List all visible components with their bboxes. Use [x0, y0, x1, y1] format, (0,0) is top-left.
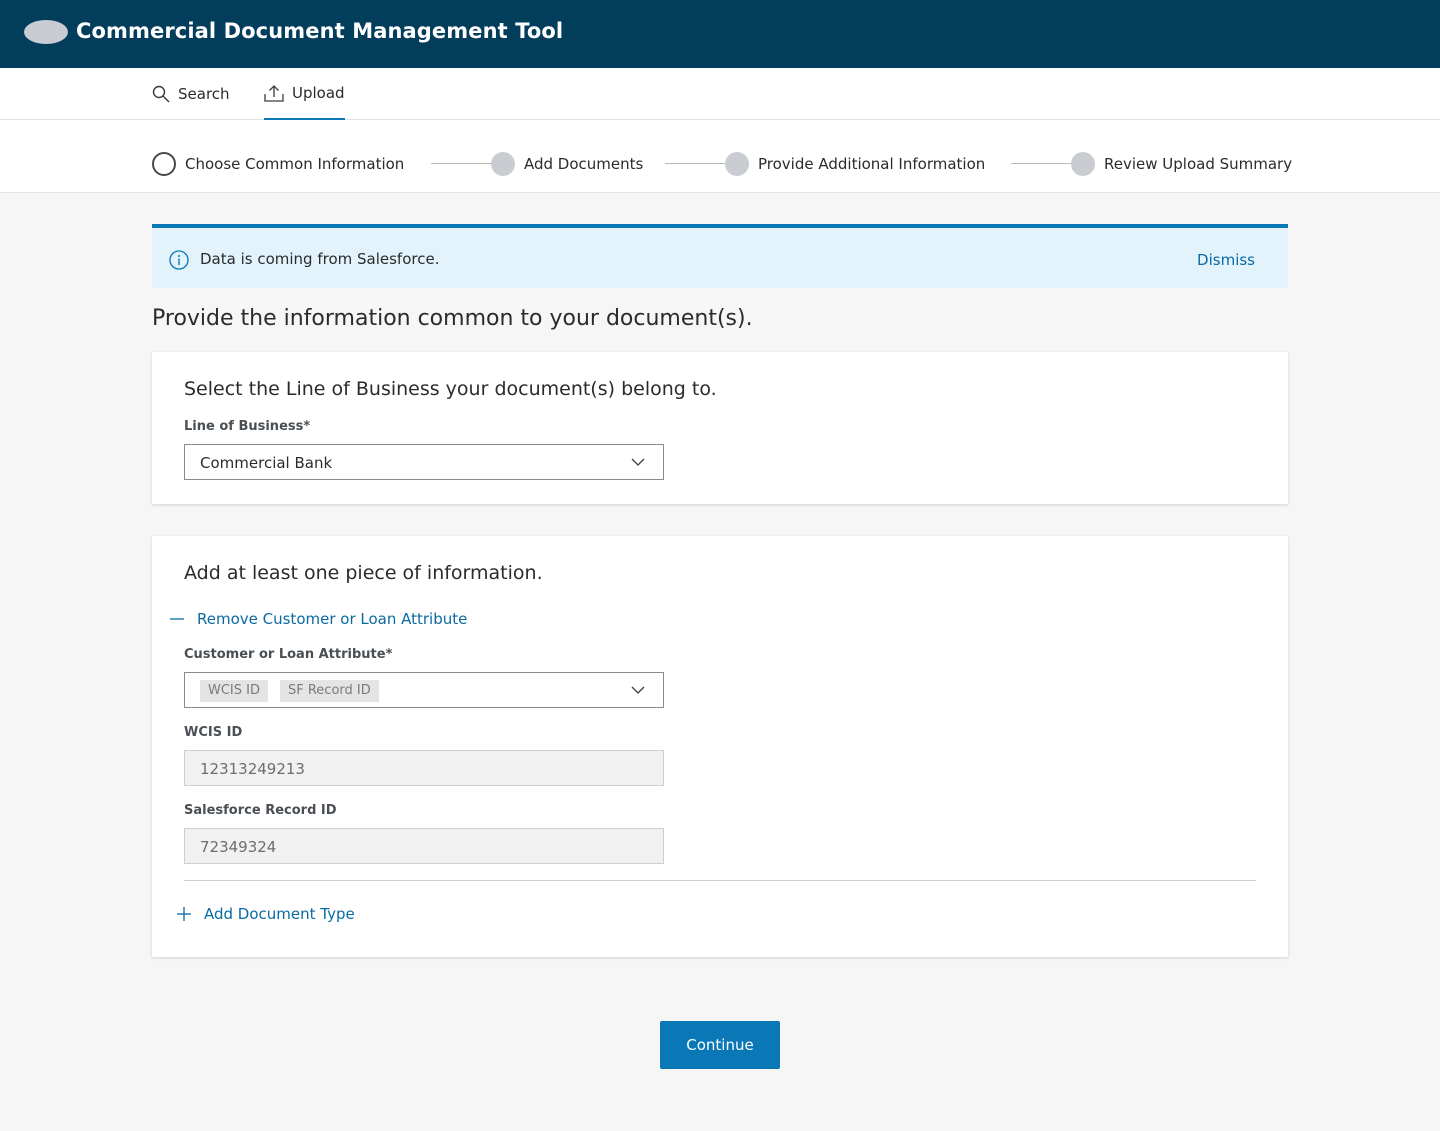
- chevron-down-icon: [631, 458, 645, 466]
- step-connector: [431, 163, 491, 164]
- step-provide-additional-information: Provide Additional Information: [725, 152, 985, 176]
- info-alert: Data is coming from Salesforce. Dismiss: [152, 224, 1288, 288]
- info-icon: [169, 250, 189, 270]
- step-connector: [665, 163, 725, 164]
- app-header: Commercial Document Management Tool: [0, 0, 1440, 68]
- divider: [184, 880, 1256, 881]
- minus-icon: [170, 618, 184, 620]
- step-current-circle-icon: [152, 152, 176, 176]
- step-review-upload-summary: Review Upload Summary: [1071, 152, 1292, 176]
- continue-button[interactable]: Continue: [660, 1021, 780, 1069]
- wcis-id-value: 12313249213: [200, 760, 305, 778]
- nav-upload[interactable]: Upload: [264, 68, 345, 120]
- step-label: Review Upload Summary: [1104, 155, 1293, 173]
- salesforce-record-id-value: 72349324: [200, 838, 277, 856]
- progress-stepper: Choose Common Information Add Documents …: [0, 120, 1440, 193]
- salesforce-record-id-field[interactable]: 72349324: [184, 828, 664, 864]
- card-heading: Select the Line of Business your documen…: [184, 378, 717, 400]
- line-of-business-card: Select the Line of Business your documen…: [152, 352, 1288, 504]
- field-label-wcis-id: WCIS ID: [184, 725, 243, 740]
- add-document-type-label: Add Document Type: [204, 905, 355, 923]
- attribute-info-card: Add at least one piece of information. R…: [152, 536, 1288, 957]
- step-label: Provide Additional Information: [758, 155, 986, 173]
- nav-search-label: Search: [178, 85, 230, 103]
- field-label-customer-loan-attribute: Customer or Loan Attribute*: [184, 647, 393, 662]
- field-label-line-of-business: Line of Business*: [184, 419, 311, 434]
- chevron-down-icon: [631, 686, 645, 694]
- step-circle-icon: [1071, 152, 1095, 176]
- page-title: Provide the information common to your d…: [152, 306, 753, 331]
- app-title: Commercial Document Management Tool: [76, 19, 564, 43]
- card-heading: Add at least one piece of information.: [184, 562, 543, 584]
- attribute-chip: SF Record ID: [280, 680, 379, 702]
- cloud-logo-icon: [24, 20, 68, 44]
- dismiss-link[interactable]: Dismiss: [1197, 251, 1255, 269]
- attribute-chip: WCIS ID: [200, 680, 268, 702]
- step-choose-common-information: Choose Common Information: [152, 152, 404, 176]
- step-circle-icon: [491, 152, 515, 176]
- step-connector: [1011, 163, 1071, 164]
- step-label: Choose Common Information: [185, 155, 405, 173]
- step-label: Add Documents: [524, 155, 644, 173]
- line-of-business-select[interactable]: Commercial Bank: [184, 444, 664, 480]
- customer-loan-attribute-select[interactable]: WCIS ID SF Record ID: [184, 672, 664, 708]
- remove-attribute-link[interactable]: Remove Customer or Loan Attribute: [170, 610, 467, 628]
- search-icon: [152, 85, 170, 103]
- select-value: Commercial Bank: [200, 454, 333, 472]
- plus-icon: [177, 907, 191, 921]
- wcis-id-field[interactable]: 12313249213: [184, 750, 664, 786]
- upload-icon: [264, 85, 284, 102]
- step-circle-icon: [725, 152, 749, 176]
- add-document-type-link[interactable]: Add Document Type: [177, 905, 355, 923]
- alert-message: Data is coming from Salesforce.: [200, 250, 440, 268]
- nav-upload-label: Upload: [292, 84, 345, 102]
- nav-search[interactable]: Search: [152, 68, 230, 120]
- main-nav: Search Upload: [0, 68, 1440, 120]
- remove-attribute-label: Remove Customer or Loan Attribute: [197, 610, 468, 628]
- field-label-salesforce-record-id: Salesforce Record ID: [184, 803, 337, 818]
- step-add-documents: Add Documents: [491, 152, 643, 176]
